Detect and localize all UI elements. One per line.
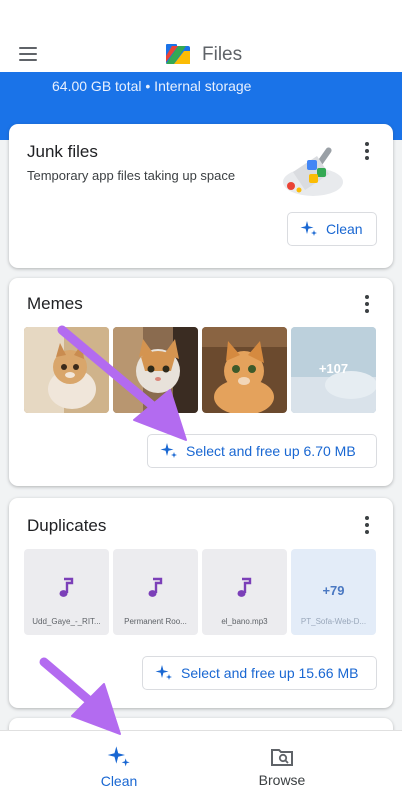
button-label: Clean [326,221,363,237]
music-note-icon [237,577,252,597]
junk-files-card: Junk files Temporary app files taking up… [9,124,393,268]
sparkle-icon [160,443,177,458]
more-count: +79 [322,583,345,598]
folder-search-icon [271,749,293,766]
nav-item-clean[interactable]: Clean [54,731,184,802]
file-name: Permanent Roo... [124,617,187,626]
music-note-icon [148,577,163,597]
nav-item-browse[interactable]: Browse [217,731,347,802]
sparkle-icon [107,746,130,767]
card-subtitle: Temporary app files taking up space [27,168,236,183]
file-name: el_bano.mp3 [221,617,268,626]
storage-summary: 64.00 GB total • Internal storage [52,78,252,94]
memes-card: Memes +107 Select and free up 6.70 MB [9,278,393,486]
meme-thumbnail[interactable] [24,327,109,413]
file-name: Udd_Gaye_-_RIT... [32,617,101,626]
duplicate-file-tile[interactable]: Udd_Gaye_-_RIT... [24,549,109,635]
more-count: +107 [318,361,349,376]
hamburger-line [19,53,37,55]
duplicate-file-tile[interactable]: Permanent Roo... [113,549,198,635]
app-title: Files [202,44,243,65]
nav-label: Clean [100,773,138,789]
free-up-memes-button[interactable]: Select and free up 6.70 MB [147,434,377,468]
music-note-icon [59,577,74,597]
meme-thumbnail[interactable] [113,327,198,413]
sparkle-icon [155,665,172,680]
more-memes-tile[interactable]: +107 [291,327,376,413]
files-logo-icon [166,44,190,64]
button-label: Select and free up 6.70 MB [186,443,356,459]
bottom-navigation: Clean Browse [0,730,402,802]
duplicates-card: Duplicates Udd_Gaye_-_RIT... Permanent R… [9,498,393,708]
meme-thumbnail[interactable] [202,327,287,413]
more-duplicates-tile[interactable]: +79 PT_Sofa-Web-D... [291,549,376,635]
free-up-duplicates-button[interactable]: Select and free up 15.66 MB [142,656,377,690]
card-title: Memes [27,294,83,313]
app-bar: Files [0,0,402,80]
overflow-menu-button[interactable] [357,291,377,317]
button-label: Select and free up 15.66 MB [181,665,359,681]
card-title: Junk files [27,142,98,161]
overflow-menu-button[interactable] [357,138,377,164]
overflow-menu-button[interactable] [357,512,377,538]
nav-label: Browse [258,772,306,788]
junk-illustration-icon [283,147,343,196]
sparkle-icon [300,221,317,236]
hamburger-line [19,59,37,61]
card-title: Duplicates [27,516,107,535]
menu-button[interactable] [14,40,42,68]
duplicate-file-tile[interactable]: el_bano.mp3 [202,549,287,635]
hamburger-line [19,47,37,49]
file-name: PT_Sofa-Web-D... [300,617,367,626]
clean-junk-button[interactable]: Clean [287,212,377,246]
